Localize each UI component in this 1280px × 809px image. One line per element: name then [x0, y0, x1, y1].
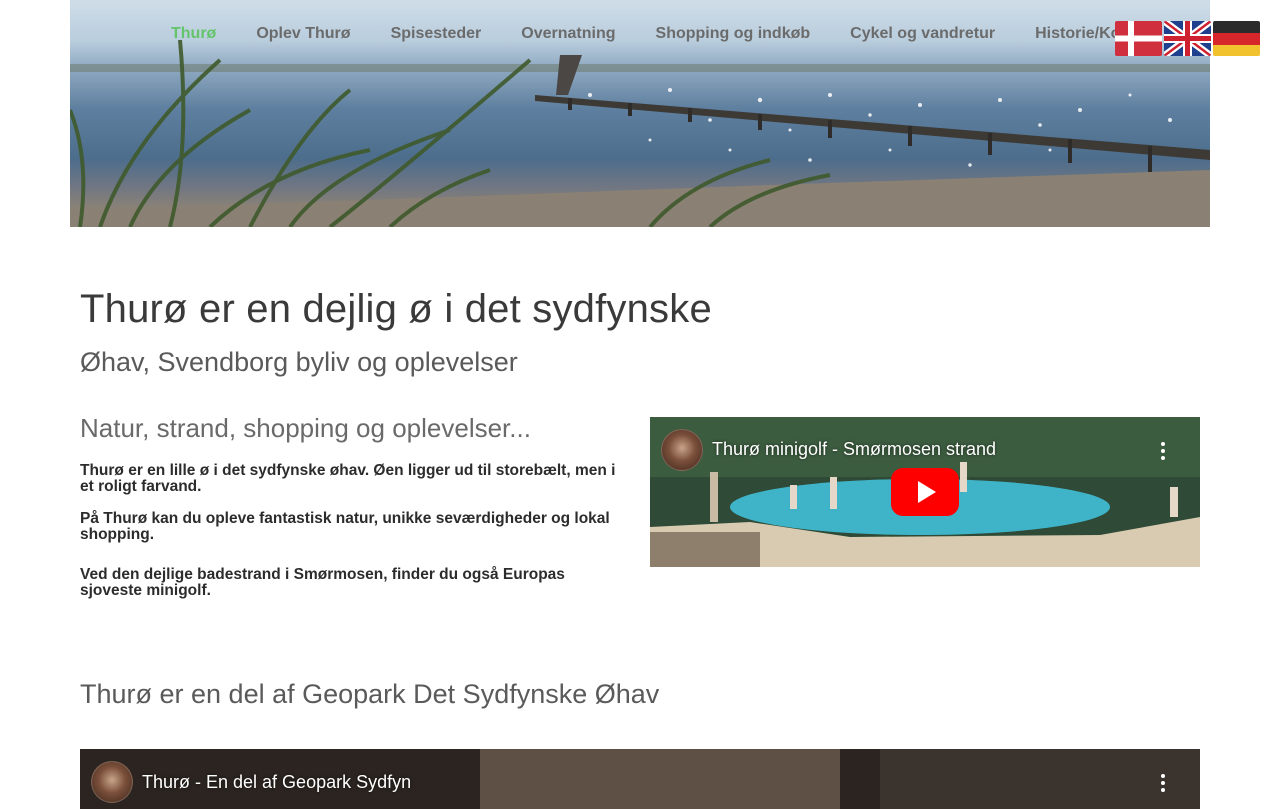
play-button[interactable] [891, 468, 959, 516]
nav-item-oplev-thuro[interactable]: Oplev Thurø [256, 24, 350, 44]
youtube-video-minigolf[interactable]: Thurø minigolf - Smørmosen strand [650, 417, 1200, 567]
kebab-menu-icon[interactable] [1160, 774, 1166, 792]
page-title: Thurø er en dejlig ø i det sydfynske [80, 287, 712, 331]
page-subtitle: Øhav, Svendborg byliv og oplevelser [80, 347, 518, 377]
kebab-menu-icon[interactable] [1160, 442, 1166, 460]
youtube-video-geopark[interactable]: Thurø - En del af Geopark Sydfyn [80, 749, 1200, 809]
experience-paragraph: På Thurø kan du opleve fantastisk natur,… [80, 510, 610, 543]
channel-avatar[interactable] [661, 429, 703, 471]
uk-flag-icon[interactable] [1164, 21, 1211, 56]
main-nav: Thurø Oplev Thurø Spisesteder Overnatnin… [171, 24, 1159, 44]
video-title[interactable]: Thurø minigolf - Smørmosen strand [712, 439, 996, 460]
danish-flag-icon[interactable] [1115, 21, 1162, 56]
video-title[interactable]: Thurø - En del af Geopark Sydfyn [142, 772, 411, 793]
intro-paragraph: Thurø er en lille ø i det sydfynske øhav… [80, 462, 616, 495]
geopark-title: Thurø er en del af Geopark Det Sydfynske… [80, 679, 660, 709]
nav-item-shopping[interactable]: Shopping og indkøb [656, 24, 811, 44]
language-switcher [1115, 21, 1260, 56]
nav-item-overnatning[interactable]: Overnatning [521, 24, 615, 44]
german-flag-icon[interactable] [1213, 21, 1260, 56]
nav-item-thuro[interactable]: Thurø [171, 24, 216, 44]
play-icon [918, 481, 936, 503]
nav-item-cykel-vandretur[interactable]: Cykel og vandretur [850, 24, 995, 44]
nav-item-spisesteder[interactable]: Spisesteder [391, 24, 482, 44]
section-title: Natur, strand, shopping og oplevelser... [80, 413, 531, 443]
channel-avatar[interactable] [91, 761, 133, 803]
minigolf-paragraph: Ved den dejlige badestrand i Smørmosen, … [80, 566, 565, 599]
